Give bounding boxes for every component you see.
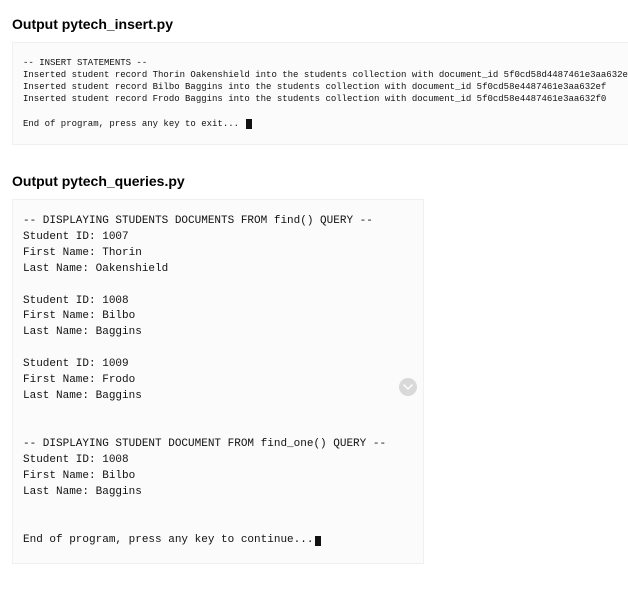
student-1-id: 1008	[102, 295, 128, 307]
label-sid: Student ID:	[23, 295, 102, 307]
code-block-queries: -- DISPLAYING STUDENTS DOCUMENTS FROM fi…	[23, 214, 413, 549]
label-sid: Student ID:	[23, 358, 102, 370]
heading-insert: Output pytech_insert.py	[12, 16, 616, 32]
student-0-last: Oakenshield	[96, 263, 169, 275]
label-sid: Student ID:	[23, 231, 102, 243]
label-first: First Name:	[23, 310, 102, 322]
student-1-first: Bilbo	[102, 310, 135, 322]
student-0-id: 1007	[102, 231, 128, 243]
heading-queries: Output pytech_queries.py	[12, 173, 616, 189]
insert-footer: End of program, press any key to exit...	[23, 119, 244, 129]
label-last: Last Name:	[23, 326, 96, 338]
student-one-id: 1008	[102, 454, 128, 466]
queries-footer: End of program, press any key to continu…	[23, 534, 313, 546]
label-first: First Name:	[23, 247, 102, 259]
label-last: Last Name:	[23, 486, 96, 498]
label-last: Last Name:	[23, 390, 96, 402]
insert-title: -- INSERT STATEMENTS --	[23, 58, 147, 68]
student-0-first: Thorin	[102, 247, 142, 259]
find-title: -- DISPLAYING STUDENTS DOCUMENTS FROM fi…	[23, 215, 373, 227]
student-one-first: Bilbo	[102, 470, 135, 482]
label-last: Last Name:	[23, 263, 96, 275]
student-2-last: Baggins	[96, 390, 142, 402]
label-first: First Name:	[23, 470, 102, 482]
insert-line-2: Inserted student record Bilbo Baggins in…	[23, 82, 606, 92]
panel-queries-output: -- DISPLAYING STUDENTS DOCUMENTS FROM fi…	[12, 199, 424, 564]
findone-title: -- DISPLAYING STUDENT DOCUMENT FROM find…	[23, 438, 386, 450]
insert-line-3: Inserted student record Frodo Baggins in…	[23, 94, 606, 104]
student-2-first: Frodo	[102, 374, 135, 386]
student-1-last: Baggins	[96, 326, 142, 338]
label-first: First Name:	[23, 374, 102, 386]
label-sid: Student ID:	[23, 454, 102, 466]
insert-line-1: Inserted student record Thorin Oakenshie…	[23, 70, 628, 80]
student-2-id: 1009	[102, 358, 128, 370]
code-block-insert: -- INSERT STATEMENTS -- Inserted student…	[23, 57, 619, 130]
student-one-last: Baggins	[96, 486, 142, 498]
cursor-icon	[315, 536, 321, 546]
cursor-icon	[246, 119, 252, 129]
scroll-down-icon[interactable]	[399, 378, 417, 396]
panel-insert-output: -- INSERT STATEMENTS -- Inserted student…	[12, 42, 628, 145]
